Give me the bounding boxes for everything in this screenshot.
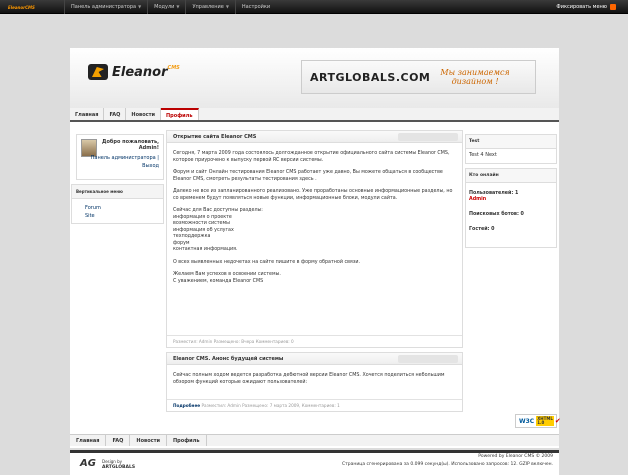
post-paragraph: Желаем Вам успехов в освоении системы. С…: [173, 272, 281, 284]
site-page: EleanorCMS ARTGLOBALS.COM Мы занимаемся …: [70, 48, 561, 448]
w3c-logo: W3C: [519, 417, 535, 425]
nav-news[interactable]: Новости: [126, 108, 161, 120]
logo-text: EleanorCMS: [112, 65, 180, 80]
post-title[interactable]: Открытие сайта Eleanor CMS: [173, 134, 256, 140]
admin-brand-logo[interactable]: EleanorCMS: [8, 2, 35, 11]
post-paragraph: Далеко не все из запланированного реализ…: [173, 189, 453, 201]
post-paragraph: Форум и сайт Онлайн тестирования Eleanor…: [173, 170, 443, 182]
admin-menu-panel-label: Панель администратора: [71, 4, 137, 10]
admin-menu-modules[interactable]: Модули ▼: [147, 0, 185, 14]
admin-menu-management[interactable]: Управление ▼: [185, 0, 234, 14]
xhtml-label: XHTML 1.0: [536, 416, 554, 426]
banner-slogan-line1: Мы занимаемся: [440, 68, 510, 77]
admin-menu-settings[interactable]: Настройки: [234, 0, 276, 14]
admin-topbar: EleanorCMS Панель администратора ▼ Модули…: [0, 0, 628, 14]
ag-logo[interactable]: AG: [80, 458, 96, 469]
powered-by[interactable]: Powered by Eleanor CMS © 2009: [478, 454, 553, 459]
nav-faq[interactable]: FAQ: [104, 108, 127, 120]
footer-divider: [70, 450, 559, 453]
vertical-menu: Вертикальное меню Forum Site: [71, 184, 164, 224]
vertical-menu-item-site[interactable]: Site: [72, 211, 163, 219]
banner-slogan: Мы занимаемся дизайном !: [440, 68, 509, 86]
online-block: Кто онлайн Пользователей: 1 Admin Поиско…: [465, 168, 557, 248]
post-body: Сейчас полным ходом ведется разработка д…: [167, 365, 462, 396]
site-header: EleanorCMS ARTGLOBALS.COM Мы занимаемся …: [70, 48, 559, 108]
footer-nav: Главная FAQ Новости Профиль: [70, 434, 559, 446]
post-body: Сегодня, 7 марта 2009 года состоялось до…: [167, 143, 462, 295]
post-paragraph: Сейчас полным ходом ведется разработка д…: [173, 373, 445, 385]
footer-nav-news[interactable]: Новости: [130, 435, 167, 446]
vertical-menu-item-forum[interactable]: Forum: [72, 199, 163, 211]
admin-menu-panel[interactable]: Панель администратора ▼: [64, 0, 147, 14]
user-box: Добро пожаловать, Admin! Панель админист…: [76, 134, 164, 180]
banner-slogan-line2: дизайном !: [451, 77, 499, 86]
admin-panel-link[interactable]: Панель администратора |: [91, 155, 159, 161]
online-block-title: Кто онлайн: [466, 169, 556, 183]
post-paragraph: Сейчас для Вас доступны разделы: информа…: [173, 208, 263, 252]
post-header: Открытие сайта Eleanor CMS: [167, 131, 462, 143]
logo-name: Eleanor: [112, 64, 168, 80]
w3c-xhtml-badge[interactable]: W3C XHTML 1.0 ✔: [515, 414, 561, 428]
fix-menu-toggle[interactable]: Фиксировать меню: [556, 0, 616, 14]
page-stats: Страница сгенерирована за 0.099 секунд(ы…: [342, 462, 553, 467]
admin-menu: Панель администратора ▼ Модули ▼ Управлени…: [64, 0, 276, 14]
post-header-bar: [398, 133, 458, 141]
site-logo[interactable]: EleanorCMS: [88, 64, 180, 80]
welcome-text: Добро пожаловать, Admin!: [102, 139, 159, 151]
post-paragraph: О всех выявленных недочетах на сайте пиш…: [173, 259, 361, 265]
lock-icon: [610, 3, 616, 10]
footer-nav-profile[interactable]: Профиль: [167, 435, 207, 446]
bots-count: Поисковых ботов: 0: [469, 212, 524, 217]
news-post: Eleanor CMS. Анонс будущей системы Сейча…: [166, 352, 463, 412]
logo-icon: [88, 64, 108, 80]
nav-home[interactable]: Главная: [70, 108, 105, 120]
post-footer: Разместил: Admin Размещено: Вчера Коммен…: [167, 335, 462, 347]
footer-nav-home[interactable]: Главная: [70, 435, 107, 446]
post-header: Eleanor CMS. Анонс будущей системы: [167, 353, 462, 365]
admin-menu-settings-label: Настройки: [241, 4, 271, 10]
chevron-down-icon: ▼: [138, 4, 142, 9]
guests-count: Гостей: 0: [469, 227, 495, 232]
design-credit: Design by ARTGLOBALS: [102, 459, 135, 470]
check-icon: ✔: [554, 417, 561, 425]
logo-sub: CMS: [167, 64, 180, 71]
chevron-down-icon: ▼: [176, 4, 180, 9]
design-by-label: Design by: [102, 459, 122, 464]
nav-profile[interactable]: Профиль: [161, 108, 199, 120]
banner-brand: ARTGLOBALS.COM: [310, 70, 431, 84]
main-nav: Главная FAQ Новости Профиль: [70, 108, 559, 122]
admin-brand-text: Eleanor: [8, 5, 26, 10]
chevron-down-icon: ▼: [225, 4, 229, 9]
site-footer: AG Design by ARTGLOBALS Powered by Elean…: [70, 450, 559, 475]
read-more-link[interactable]: Подробнее: [173, 403, 200, 408]
design-by-name: ARTGLOBALS: [102, 465, 136, 470]
test-block-text: Test 4 Next: [469, 152, 497, 158]
vertical-menu-title: Вертикальное меню: [72, 185, 163, 199]
post-title[interactable]: Eleanor CMS. Анонс будущей системы: [173, 356, 283, 362]
online-user-admin[interactable]: Admin: [466, 197, 556, 202]
ad-banner[interactable]: ARTGLOBALS.COM Мы занимаемся дизайном !: [301, 60, 536, 94]
test-block-title: Test: [466, 135, 556, 149]
admin-brand-sub: CMS: [25, 5, 35, 10]
post-header-bar: [398, 355, 458, 363]
logout-link[interactable]: Выход: [142, 163, 159, 169]
xhtml-version: 1.0: [537, 420, 545, 425]
post-meta: Разместил: Admin Размещено: 7 марта 2009…: [201, 403, 340, 408]
fix-menu-label: Фиксировать меню: [556, 4, 607, 10]
admin-menu-management-label: Управление: [192, 4, 224, 10]
admin-menu-modules-label: Модули: [154, 4, 175, 10]
test-block: Test Test 4 Next: [465, 134, 557, 164]
post-footer: Подробнее Разместил: Admin Размещено: 7 …: [167, 399, 462, 411]
news-post: Открытие сайта Eleanor CMS Сегодня, 7 ма…: [166, 130, 463, 348]
users-count: Пользователей: 1: [469, 191, 519, 196]
footer-nav-faq[interactable]: FAQ: [106, 435, 131, 446]
username: Admin!: [138, 145, 159, 151]
post-paragraph: Сегодня, 7 марта 2009 года состоялось до…: [173, 151, 450, 163]
